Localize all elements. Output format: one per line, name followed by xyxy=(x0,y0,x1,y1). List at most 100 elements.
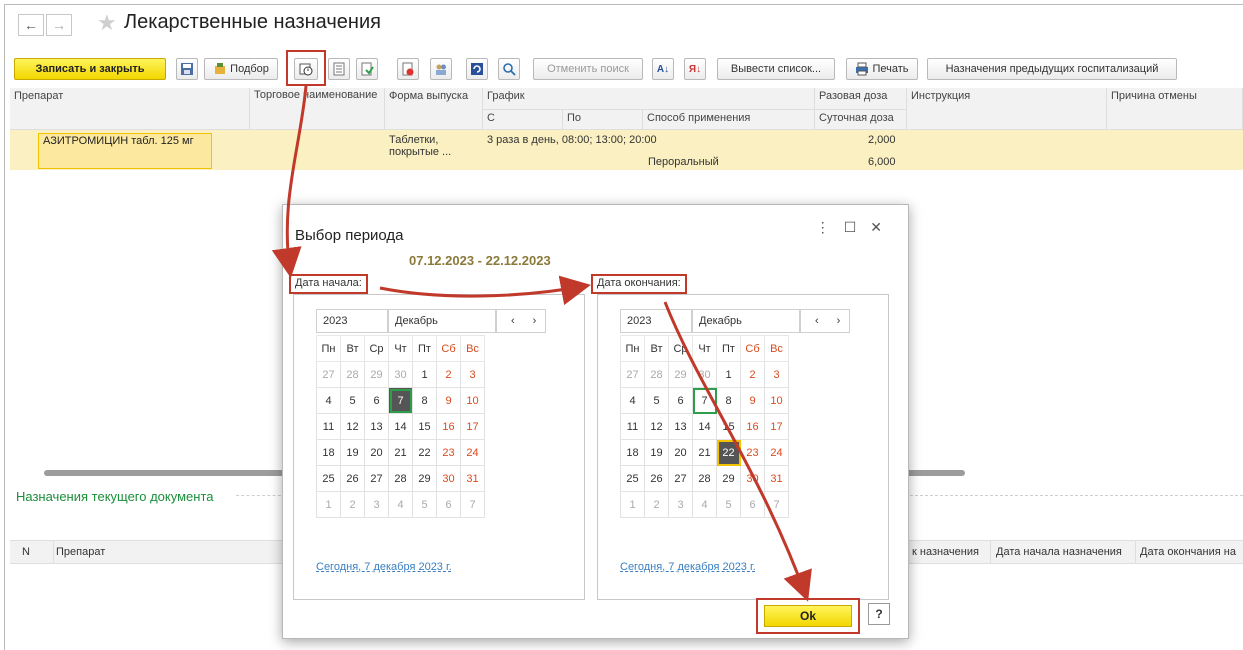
calendar-day[interactable]: 4 xyxy=(692,491,717,518)
drug-cell[interactable]: АЗИТРОМИЦИН табл. 125 мг xyxy=(38,133,212,169)
header-cancel-reason[interactable]: Причина отмены xyxy=(1107,88,1243,130)
search-button[interactable] xyxy=(498,58,520,80)
calendar-day[interactable]: 12 xyxy=(340,413,365,440)
calendar-day[interactable]: 23 xyxy=(436,439,461,466)
calendar-day[interactable]: 3 xyxy=(364,491,389,518)
header-start-date[interactable]: Дата начала назначения xyxy=(996,546,1122,558)
header-instruction[interactable]: Инструкция xyxy=(907,88,1107,130)
calendar-day[interactable]: 6 xyxy=(668,387,693,414)
calendar-day[interactable]: 8 xyxy=(412,387,437,414)
save-close-button[interactable]: Записать и закрыть xyxy=(14,58,166,80)
calendar-day[interactable]: 6 xyxy=(436,491,461,518)
calendar-day[interactable]: 27 xyxy=(364,465,389,492)
calendar-day[interactable]: 28 xyxy=(340,361,365,388)
calendar-day[interactable]: 30 xyxy=(740,465,765,492)
calendar-day[interactable]: 5 xyxy=(644,387,669,414)
calendar-day[interactable]: 24 xyxy=(764,439,789,466)
calendar-day[interactable]: 13 xyxy=(364,413,389,440)
month-nav[interactable]: ‹› xyxy=(800,309,850,333)
year-select[interactable]: 2023 xyxy=(316,309,388,333)
header-to[interactable]: По xyxy=(563,110,643,130)
calendar-day[interactable]: 26 xyxy=(644,465,669,492)
calendar-day[interactable]: 28 xyxy=(644,361,669,388)
calendar-day[interactable]: 3 xyxy=(460,361,485,388)
maximize-icon[interactable]: ☐ xyxy=(844,219,871,235)
header-n[interactable]: N xyxy=(22,546,30,558)
today-link[interactable]: Сегодня, 7 декабря 2023 г. xyxy=(620,561,756,573)
calendar-day[interactable]: 11 xyxy=(316,413,341,440)
calendar-day[interactable]: 29 xyxy=(716,465,741,492)
calendar-day[interactable]: 2 xyxy=(436,361,461,388)
calendar-day[interactable]: 9 xyxy=(436,387,461,414)
calendar-day[interactable]: 1 xyxy=(716,361,741,388)
ok-button[interactable]: Ok xyxy=(764,605,852,627)
help-button[interactable]: ? xyxy=(868,603,890,625)
calendar-day[interactable]: 4 xyxy=(388,491,413,518)
calendar-day[interactable]: 14 xyxy=(692,413,717,440)
calendar-day[interactable]: 22 xyxy=(716,439,741,466)
calendar-day[interactable]: 22 xyxy=(412,439,437,466)
calendar-day[interactable]: 4 xyxy=(620,387,645,414)
calendar-day[interactable]: 17 xyxy=(764,413,789,440)
calendar-day[interactable]: 29 xyxy=(412,465,437,492)
header-single-dose[interactable]: Разовая доза xyxy=(815,88,907,110)
output-list-button[interactable]: Вывести список... xyxy=(717,58,835,80)
calendar-day[interactable]: 15 xyxy=(412,413,437,440)
calendar-day[interactable]: 6 xyxy=(740,491,765,518)
month-select[interactable]: Декабрь xyxy=(692,309,800,333)
back-button[interactable]: ← xyxy=(18,14,44,36)
calendar-day[interactable]: 7 xyxy=(460,491,485,518)
header-schedule[interactable]: График xyxy=(483,88,815,110)
print-button[interactable]: Печать xyxy=(846,58,918,80)
forward-button[interactable]: → xyxy=(46,14,72,36)
calendar-day[interactable]: 10 xyxy=(460,387,485,414)
header-from[interactable]: С xyxy=(483,110,563,130)
chevron-right-icon[interactable]: › xyxy=(837,315,859,327)
calendar-day[interactable]: 4 xyxy=(316,387,341,414)
header-end-date[interactable]: Дата окончания на xyxy=(1140,546,1236,558)
calendar-day[interactable]: 18 xyxy=(620,439,645,466)
calendar-day[interactable]: 15 xyxy=(716,413,741,440)
sort-desc-button[interactable]: Я↓ xyxy=(684,58,706,80)
calendar-day[interactable]: 23 xyxy=(740,439,765,466)
header-daily-dose[interactable]: Суточная доза xyxy=(815,110,907,130)
calendar-day[interactable]: 29 xyxy=(364,361,389,388)
calendar-day[interactable]: 28 xyxy=(692,465,717,492)
header-trade-name[interactable]: Торговое наименование xyxy=(250,88,385,130)
calendar-day[interactable]: 3 xyxy=(764,361,789,388)
calendar-day[interactable]: 25 xyxy=(316,465,341,492)
calendar-day[interactable]: 5 xyxy=(340,387,365,414)
calendar-day[interactable]: 27 xyxy=(620,361,645,388)
horizontal-scrollbar-thumb[interactable] xyxy=(905,470,965,476)
close-icon[interactable]: ✕ xyxy=(870,219,896,235)
calendar-day[interactable]: 25 xyxy=(620,465,645,492)
header-drug[interactable]: Препарат xyxy=(10,88,250,130)
calendar-day[interactable]: 9 xyxy=(740,387,765,414)
calendar-day[interactable]: 1 xyxy=(412,361,437,388)
more-icon[interactable]: ⋮ xyxy=(816,219,844,235)
calendar-day[interactable]: 6 xyxy=(364,387,389,414)
month-nav[interactable]: ‹› xyxy=(496,309,546,333)
year-select[interactable]: 2023 xyxy=(620,309,692,333)
chevron-left-icon[interactable]: ‹ xyxy=(511,315,533,327)
calendar-day[interactable]: 7 xyxy=(692,387,717,414)
calendar-day[interactable]: 24 xyxy=(460,439,485,466)
calendar-day[interactable]: 16 xyxy=(740,413,765,440)
calendar-day[interactable]: 30 xyxy=(692,361,717,388)
calendar-day[interactable]: 19 xyxy=(644,439,669,466)
calendar-day[interactable]: 12 xyxy=(644,413,669,440)
document-button[interactable] xyxy=(328,58,350,80)
calendar-day[interactable]: 2 xyxy=(644,491,669,518)
today-link[interactable]: Сегодня, 7 декабря 2023 г. xyxy=(316,561,452,573)
calendar-day[interactable]: 17 xyxy=(460,413,485,440)
favorite-star-icon[interactable]: ★ xyxy=(97,10,117,36)
calendar-day[interactable]: 2 xyxy=(340,491,365,518)
cancel-search-button[interactable]: Отменить поиск xyxy=(533,58,643,80)
calendar-day[interactable]: 7 xyxy=(764,491,789,518)
calendar-day[interactable]: 18 xyxy=(316,439,341,466)
calendar-day[interactable]: 26 xyxy=(340,465,365,492)
calendar-day[interactable]: 16 xyxy=(436,413,461,440)
undo-button[interactable] xyxy=(466,58,488,80)
calendar-day[interactable]: 3 xyxy=(668,491,693,518)
calendar-day[interactable]: 20 xyxy=(364,439,389,466)
